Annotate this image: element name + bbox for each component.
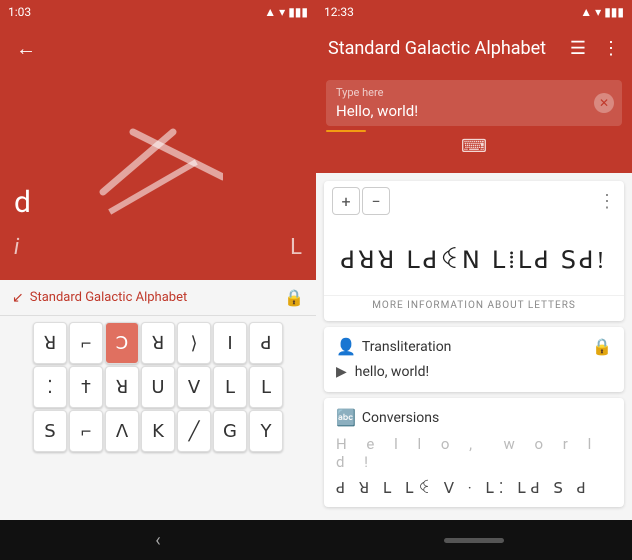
- play-button[interactable]: ▶: [336, 364, 347, 380]
- key-r3c3[interactable]: ꓥ: [105, 410, 139, 452]
- conversions-card: 🔤 Conversions H e l l o , w o r l d ! ꓒ …: [324, 398, 624, 507]
- left-panel: 1:03 ▲ ▾ ▮▮▮ ← i L d ↙: [0, 0, 316, 560]
- left-status-bar: 1:03 ▲ ▾ ▮▮▮: [0, 0, 316, 24]
- keyboard-icon-bar: ⌨: [326, 132, 622, 159]
- zoom-in-button[interactable]: +: [332, 187, 360, 215]
- center-symbol: [103, 116, 213, 206]
- left-nav-back[interactable]: ‹: [155, 530, 160, 551]
- key-row-3: ꓢ ⌐ ꓥ ꓗ ╱ ꓖ ꓬ: [4, 410, 312, 452]
- transliteration-header: 👤 Transliteration 🔒: [336, 337, 612, 356]
- transliteration-lock-icon: 🔒: [592, 337, 612, 356]
- key-r2c2[interactable]: †: [69, 366, 103, 408]
- galactic-text-display: ꓒꓤꓤ ꓡꓒꒊꓠ ꓡ⁞ꓡꓒ ꓢꓒ!: [341, 242, 608, 275]
- letter-d: d: [14, 185, 31, 220]
- corner-i: i: [14, 235, 19, 260]
- conversion-galactic-row: ꓒ ꓤ ꓡ ꓡꒊ ꓦ · ꓡ⁚ ꓡꓒ ꓢ ꓒ: [336, 477, 612, 497]
- more-info-label[interactable]: MORE INFORMATION ABOUT LETTERS: [324, 295, 624, 321]
- keyboard-lock-icon: 🔒: [284, 288, 304, 307]
- right-wifi-icon: ▾: [595, 5, 601, 19]
- left-status-icons: ▲ ▾ ▮▮▮: [264, 5, 308, 19]
- conversions-title: Conversions: [362, 410, 439, 426]
- input-area: Type here Hello, world! ✕ ⌨: [316, 72, 632, 173]
- right-toolbar: Standard Galactic Alphabet ☰ ⋮: [316, 24, 632, 72]
- key-r1c3-highlighted[interactable]: ꓛ: [105, 322, 139, 364]
- left-nav-bar: ‹: [0, 520, 316, 560]
- key-r1c1[interactable]: ꓤ: [33, 322, 67, 364]
- key-row-1: ꓤ ⌐ ꓛ ꓤ ⟩ ꓲ ꓒ: [4, 322, 312, 364]
- right-content: + − ⋮ ꓒꓤꓤ ꓡꓒꒊꓠ ꓡ⁞ꓡꓒ ꓢꓒ! MORE INFORMATION…: [316, 173, 632, 520]
- key-r1c7[interactable]: ꓒ: [249, 322, 283, 364]
- keyboard-panel: ↙ Standard Galactic Alphabet 🔒 ꓤ ⌐ ꓛ ꓤ ⟩…: [0, 280, 316, 520]
- transliteration-title: Transliteration: [362, 339, 451, 355]
- key-r2c3[interactable]: ꓤ: [105, 366, 139, 408]
- key-r2c6[interactable]: ꓡ: [213, 366, 247, 408]
- key-r3c2[interactable]: ⌐: [69, 410, 103, 452]
- nav-home-pill[interactable]: [444, 538, 504, 543]
- back-button[interactable]: ←: [8, 28, 44, 69]
- char-card: + − ⋮ ꓒꓤꓤ ꓡꓒꒊꓠ ꓡ⁞ꓡꓒ ꓢꓒ! MORE INFORMATION…: [324, 181, 624, 321]
- keyboard-rows: ꓤ ⌐ ꓛ ꓤ ⟩ ꓲ ꓒ ⁚ † ꓤ ꓴ ꓦ ꓡ ꓡ ꓢ ⌐: [0, 316, 316, 458]
- right-panel: 12:33 ▲ ▾ ▮▮▮ Standard Galactic Alphabet…: [316, 0, 632, 560]
- key-r1c4[interactable]: ꓤ: [141, 322, 175, 364]
- left-main-area: i L d: [0, 72, 316, 280]
- key-r3c1[interactable]: ꓢ: [33, 410, 67, 452]
- conversion-hello-row: H e l l o , w o r l d !: [336, 435, 612, 471]
- battery-icon: ▮▮▮: [288, 5, 308, 19]
- key-r3c7[interactable]: ꓬ: [249, 410, 283, 452]
- corner-L: L: [290, 235, 302, 260]
- key-row-2: ⁚ † ꓤ ꓴ ꓦ ꓡ ꓡ: [4, 366, 312, 408]
- right-signal-icon: ▲: [580, 5, 592, 19]
- char-card-top: + − ⋮: [324, 181, 624, 221]
- transliteration-play-row: ▶ hello, world!: [336, 362, 612, 382]
- right-status-icons: ▲ ▾ ▮▮▮: [580, 5, 624, 19]
- transliteration-text: hello, world!: [355, 364, 429, 380]
- zoom-out-button[interactable]: −: [362, 187, 390, 215]
- char-display-area: ꓒꓤꓤ ꓡꓒꒊꓠ ꓡ⁞ꓡꓒ ꓢꓒ!: [324, 221, 624, 291]
- transliteration-icon: 👤: [336, 337, 356, 356]
- right-status-bar: 12:33 ▲ ▾ ▮▮▮: [316, 0, 632, 24]
- char-card-menu-icon[interactable]: ⋮: [598, 191, 616, 212]
- input-placeholder: Type here: [336, 86, 586, 99]
- key-r1c5[interactable]: ⟩: [177, 322, 211, 364]
- signal-icon: ▲: [264, 5, 276, 19]
- conversions-title-row: 🔤 Conversions: [336, 408, 612, 427]
- key-r2c5[interactable]: ꓦ: [177, 366, 211, 408]
- right-nav-bar: [316, 520, 632, 560]
- keyboard-arrow-icon: ↙: [12, 290, 24, 306]
- input-box[interactable]: Type here Hello, world! ✕: [326, 80, 622, 126]
- key-r3c5[interactable]: ╱: [177, 410, 211, 452]
- keyboard-header: ↙ Standard Galactic Alphabet 🔒: [0, 280, 316, 316]
- key-r3c6[interactable]: ꓖ: [213, 410, 247, 452]
- zoom-controls: + −: [332, 187, 390, 215]
- transliteration-card: 👤 Transliteration 🔒 ▶ hello, world!: [324, 327, 624, 392]
- key-r2c7[interactable]: ꓡ: [249, 366, 283, 408]
- input-text[interactable]: Hello, world!: [336, 102, 418, 120]
- conversion-spaced-text: H e l l o , w o r l d !: [336, 435, 612, 471]
- key-r1c2[interactable]: ⌐: [69, 322, 103, 364]
- left-toolbar: ←: [0, 24, 316, 72]
- key-r2c1[interactable]: ⁚: [33, 366, 67, 408]
- left-time: 1:03: [8, 5, 31, 19]
- list-icon[interactable]: ☰: [566, 34, 590, 63]
- right-time: 12:33: [324, 5, 354, 19]
- more-options-icon[interactable]: ⋮: [598, 34, 624, 63]
- right-title: Standard Galactic Alphabet: [328, 38, 566, 59]
- conversions-icon: 🔤: [336, 408, 356, 427]
- keyboard-toggle-icon[interactable]: ⌨: [461, 136, 487, 157]
- conversion-galactic-text: ꓒ ꓤ ꓡ ꓡꒊ ꓦ · ꓡ⁚ ꓡꓒ ꓢ ꓒ: [336, 477, 591, 497]
- clear-button[interactable]: ✕: [594, 93, 614, 113]
- transliteration-title-row: 👤 Transliteration: [336, 337, 451, 356]
- key-r2c4[interactable]: ꓴ: [141, 366, 175, 408]
- wifi-icon: ▾: [279, 5, 285, 19]
- right-toolbar-icons: ☰ ⋮: [566, 34, 624, 63]
- key-r3c4[interactable]: ꓗ: [141, 410, 175, 452]
- right-battery-icon: ▮▮▮: [604, 5, 624, 19]
- key-r1c6[interactable]: ꓲ: [213, 322, 247, 364]
- keyboard-header-title: Standard Galactic Alphabet: [30, 290, 188, 305]
